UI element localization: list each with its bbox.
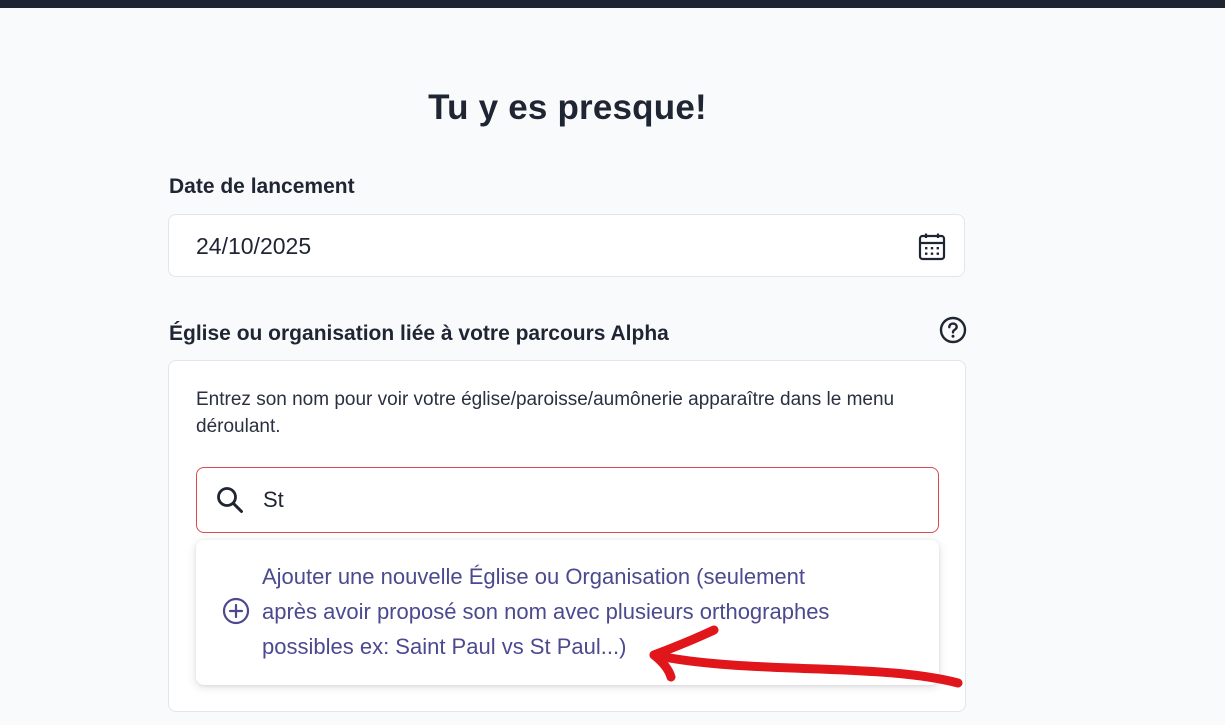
search-icon [217,487,243,513]
add-organisation-line-1: Ajouter une nouvelle Église ou Organisat… [262,564,805,589]
helper-text: Entrez son nom pour voir votre église/pa… [196,389,895,437]
org-field-label: Église ou organisation liée à votre parc… [169,322,669,345]
date-input[interactable]: 24/10/2025 [168,214,965,277]
search-input[interactable]: St [196,467,939,533]
add-organisation-label: Ajouter une nouvelle Église ou Organisat… [262,559,902,664]
add-organisation-line-3: possibles ex: Saint Paul vs St Paul...) [262,634,627,659]
date-field-label: Date de lancement [169,175,355,198]
page-title: Tu y es presque! [428,88,707,127]
plus-circle-icon [222,597,250,625]
search-value: St [263,487,284,512]
calendar-icon[interactable] [917,232,947,262]
add-organisation-line-2: après avoir proposé son nom avec plusieu… [262,599,830,624]
search-dropdown: Ajouter une nouvelle Église ou Organisat… [196,540,939,685]
add-organisation-option[interactable]: Ajouter une nouvelle Église ou Organisat… [196,540,939,685]
date-value: 24/10/2025 [196,233,312,259]
top-bar [0,0,1225,8]
help-icon[interactable] [939,316,967,344]
